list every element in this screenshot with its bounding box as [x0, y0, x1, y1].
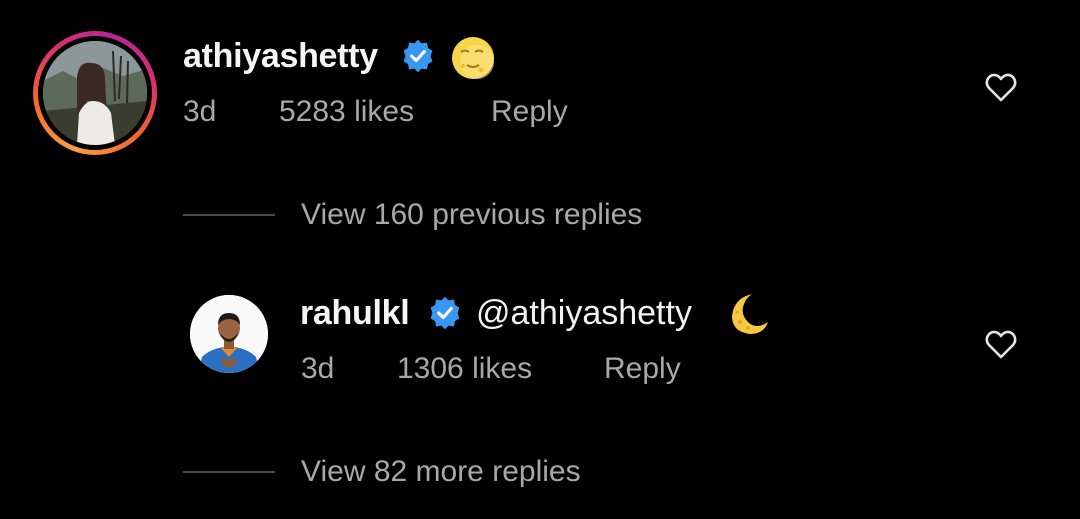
- replies-divider: [183, 214, 275, 216]
- avatar: [43, 41, 147, 145]
- comment-username[interactable]: rahulkl: [300, 294, 410, 333]
- comment-time: 3d: [301, 352, 335, 385]
- crescent-moon-emoji: [732, 294, 768, 334]
- moon-face-emoji: [452, 37, 494, 79]
- comment-likes[interactable]: 5283 likes: [279, 95, 414, 129]
- mention-link[interactable]: @athiyashetty: [476, 294, 692, 333]
- verified-badge-icon: [403, 39, 433, 73]
- replies-divider: [183, 471, 275, 473]
- avatar-story-ring[interactable]: [33, 31, 157, 155]
- view-previous-replies-button[interactable]: View 160 previous replies: [301, 198, 642, 232]
- reply-button[interactable]: Reply: [604, 352, 681, 386]
- comments-thread: athiyashetty 3d 5283 likes Reply View 16…: [0, 0, 1080, 519]
- heart-outline-icon[interactable]: [984, 328, 1018, 362]
- comment-likes[interactable]: 1306 likes: [397, 352, 532, 386]
- view-more-replies-button[interactable]: View 82 more replies: [301, 455, 581, 489]
- heart-outline-icon[interactable]: [984, 71, 1018, 105]
- avatar-photo: [190, 295, 268, 373]
- comment-time: 3d: [183, 95, 217, 128]
- comment-username[interactable]: athiyashetty: [183, 37, 378, 76]
- reply-button[interactable]: Reply: [491, 95, 568, 129]
- verified-badge-icon: [430, 296, 460, 330]
- avatar[interactable]: [190, 295, 268, 373]
- avatar-photo: [43, 41, 147, 145]
